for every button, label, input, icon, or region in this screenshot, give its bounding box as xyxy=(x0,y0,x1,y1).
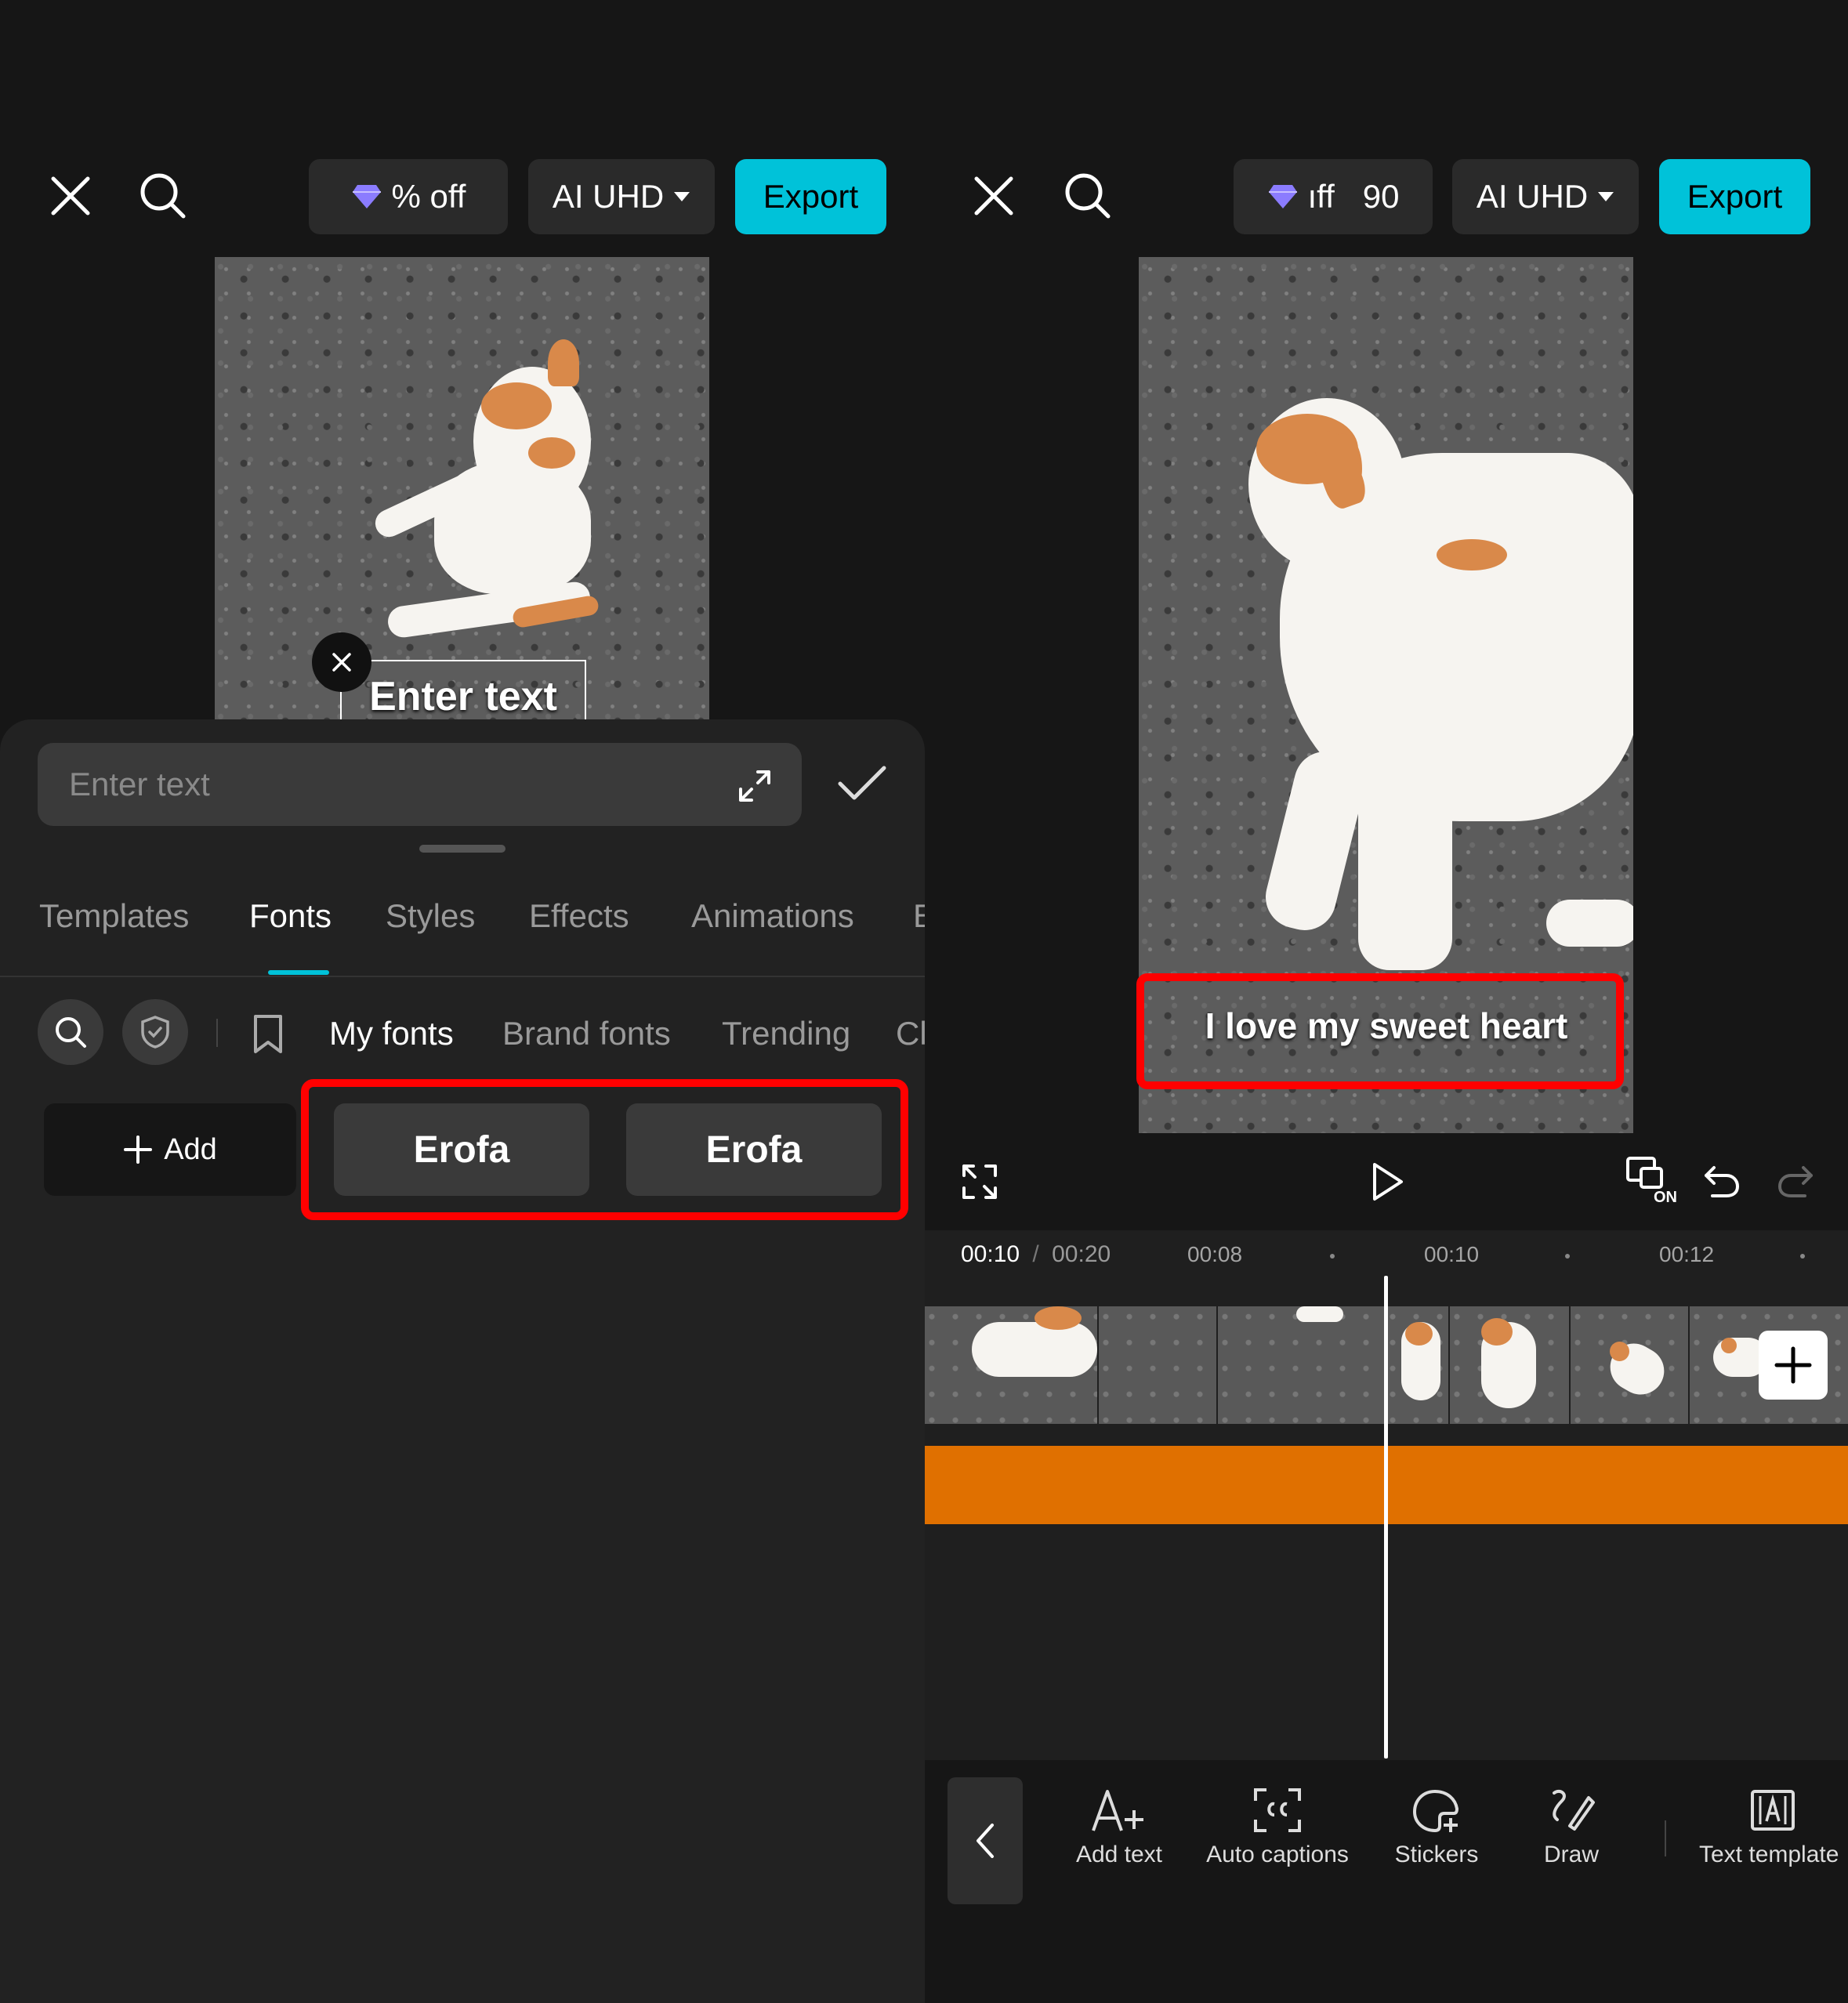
quality-label: AI UHD xyxy=(552,178,665,215)
tab-fonts[interactable]: Fonts xyxy=(249,897,332,935)
plus-icon xyxy=(1774,1346,1812,1384)
overlay-text: Enter text xyxy=(369,674,557,719)
play-icon[interactable] xyxy=(1364,1158,1411,1205)
highlight-box-caption xyxy=(1136,973,1624,1089)
draw-icon xyxy=(1553,1789,1595,1831)
ruler-dot xyxy=(1565,1254,1570,1259)
chevron-down-icon xyxy=(1598,192,1614,201)
export-label: Export xyxy=(1687,178,1783,215)
category-more[interactable]: Cl xyxy=(896,1015,925,1052)
add-font-label: Add xyxy=(164,1132,217,1166)
promo-count: 90 xyxy=(1362,178,1400,215)
promo-button[interactable]: % off xyxy=(309,159,508,234)
quality-dropdown[interactable]: AI UHD xyxy=(1452,159,1639,234)
search-icon xyxy=(56,1017,86,1048)
search-icon[interactable] xyxy=(132,165,194,227)
auto-captions-icon xyxy=(1254,1788,1301,1832)
tool-text-template[interactable]: Text template xyxy=(1693,1787,1848,1868)
clip-thumbnail[interactable] xyxy=(1386,1306,1448,1424)
clip-thumbnail[interactable] xyxy=(1099,1306,1216,1424)
current-time: 00:10 xyxy=(961,1241,1020,1267)
close-icon[interactable] xyxy=(962,165,1025,227)
playhead[interactable] xyxy=(1384,1276,1388,1759)
tab-styles[interactable]: Styles xyxy=(386,897,475,935)
bookmark-icon[interactable] xyxy=(245,1011,292,1058)
ruler-mark: 00:12 xyxy=(1659,1242,1715,1266)
tool-add-text[interactable]: Add text xyxy=(1041,1787,1198,1868)
tool-label: Text template xyxy=(1699,1842,1839,1867)
clip-thumbnail[interactable] xyxy=(1450,1306,1569,1424)
tool-label: Auto captions xyxy=(1206,1842,1349,1867)
shield-icon xyxy=(141,1016,169,1049)
sheet-drag-handle[interactable] xyxy=(419,845,505,853)
tab-animations[interactable]: Animations xyxy=(691,897,854,935)
video-preview[interactable] xyxy=(215,257,709,727)
gem-icon xyxy=(352,185,381,208)
promo-label: % off xyxy=(391,178,466,215)
highlight-box-fonts xyxy=(301,1079,908,1220)
clip-thumbnail[interactable] xyxy=(925,1306,1097,1424)
close-icon[interactable] xyxy=(39,165,102,227)
tabs-divider xyxy=(0,976,925,977)
tab-more[interactable]: E xyxy=(913,897,925,935)
export-label: Export xyxy=(763,178,859,215)
plus-icon xyxy=(124,1136,153,1164)
category-trending[interactable]: Trending xyxy=(722,1015,850,1052)
time-separator: / xyxy=(1032,1241,1039,1267)
captions-toggle-label: ON xyxy=(1654,1189,1677,1206)
back-chevron-icon[interactable] xyxy=(948,1777,1023,1904)
export-button[interactable]: Export xyxy=(1659,159,1810,234)
clip-thumbnail[interactable] xyxy=(1571,1306,1688,1424)
search-icon[interactable] xyxy=(1056,165,1119,227)
text-input[interactable] xyxy=(38,743,802,826)
undo-icon[interactable] xyxy=(1699,1158,1746,1205)
promo-label: ıff xyxy=(1307,178,1335,215)
tool-label: Add text xyxy=(1075,1842,1163,1867)
captions-toggle-icon[interactable]: ON xyxy=(1625,1156,1680,1208)
font-license-button[interactable] xyxy=(122,999,188,1065)
category-my-fonts[interactable]: My fonts xyxy=(329,1015,454,1052)
add-clip-button[interactable] xyxy=(1759,1331,1828,1400)
quality-label: AI UHD xyxy=(1476,178,1589,215)
ruler-mark: 00:08 xyxy=(1187,1242,1243,1266)
export-button[interactable]: Export xyxy=(735,159,886,234)
playback-time: 00:10 / 00:20 xyxy=(961,1241,1111,1268)
tool-stickers[interactable]: Stickers xyxy=(1358,1787,1515,1868)
redo-icon[interactable] xyxy=(1771,1158,1818,1205)
stickers-icon xyxy=(1412,1789,1459,1833)
font-search-button[interactable] xyxy=(38,999,103,1065)
delete-text-icon[interactable] xyxy=(312,632,371,692)
clip-thumbnail[interactable] xyxy=(1218,1306,1384,1424)
tab-templates[interactable]: Templates xyxy=(39,897,189,935)
ruler-dot xyxy=(1800,1254,1805,1259)
chevron-down-icon xyxy=(674,192,690,201)
tool-label: Stickers xyxy=(1394,1842,1479,1867)
ruler-dot xyxy=(1330,1254,1335,1259)
check-icon[interactable] xyxy=(831,752,893,815)
total-time: 00:20 xyxy=(1052,1241,1111,1267)
expand-icon[interactable] xyxy=(729,760,781,812)
add-font-button[interactable]: Add xyxy=(44,1103,296,1196)
add-text-icon xyxy=(1092,1790,1143,1831)
tool-label: Draw xyxy=(1543,1842,1599,1867)
gem-icon xyxy=(1268,185,1297,208)
text-template-icon xyxy=(1751,1790,1795,1831)
toolbar-divider xyxy=(1665,1820,1666,1856)
promo-button[interactable]: ıff 90 xyxy=(1234,159,1433,234)
tool-auto-captions[interactable]: Auto captions xyxy=(1199,1787,1356,1868)
tab-effects[interactable]: Effects xyxy=(529,897,629,935)
category-brand-fonts[interactable]: Brand fonts xyxy=(502,1015,671,1052)
active-tab-indicator xyxy=(268,970,329,975)
category-divider xyxy=(216,1019,218,1047)
tool-draw[interactable]: Draw xyxy=(1493,1787,1650,1868)
quality-dropdown[interactable]: AI UHD xyxy=(528,159,715,234)
fullscreen-icon[interactable] xyxy=(956,1158,1003,1205)
ruler-mark: 00:10 xyxy=(1424,1242,1480,1266)
